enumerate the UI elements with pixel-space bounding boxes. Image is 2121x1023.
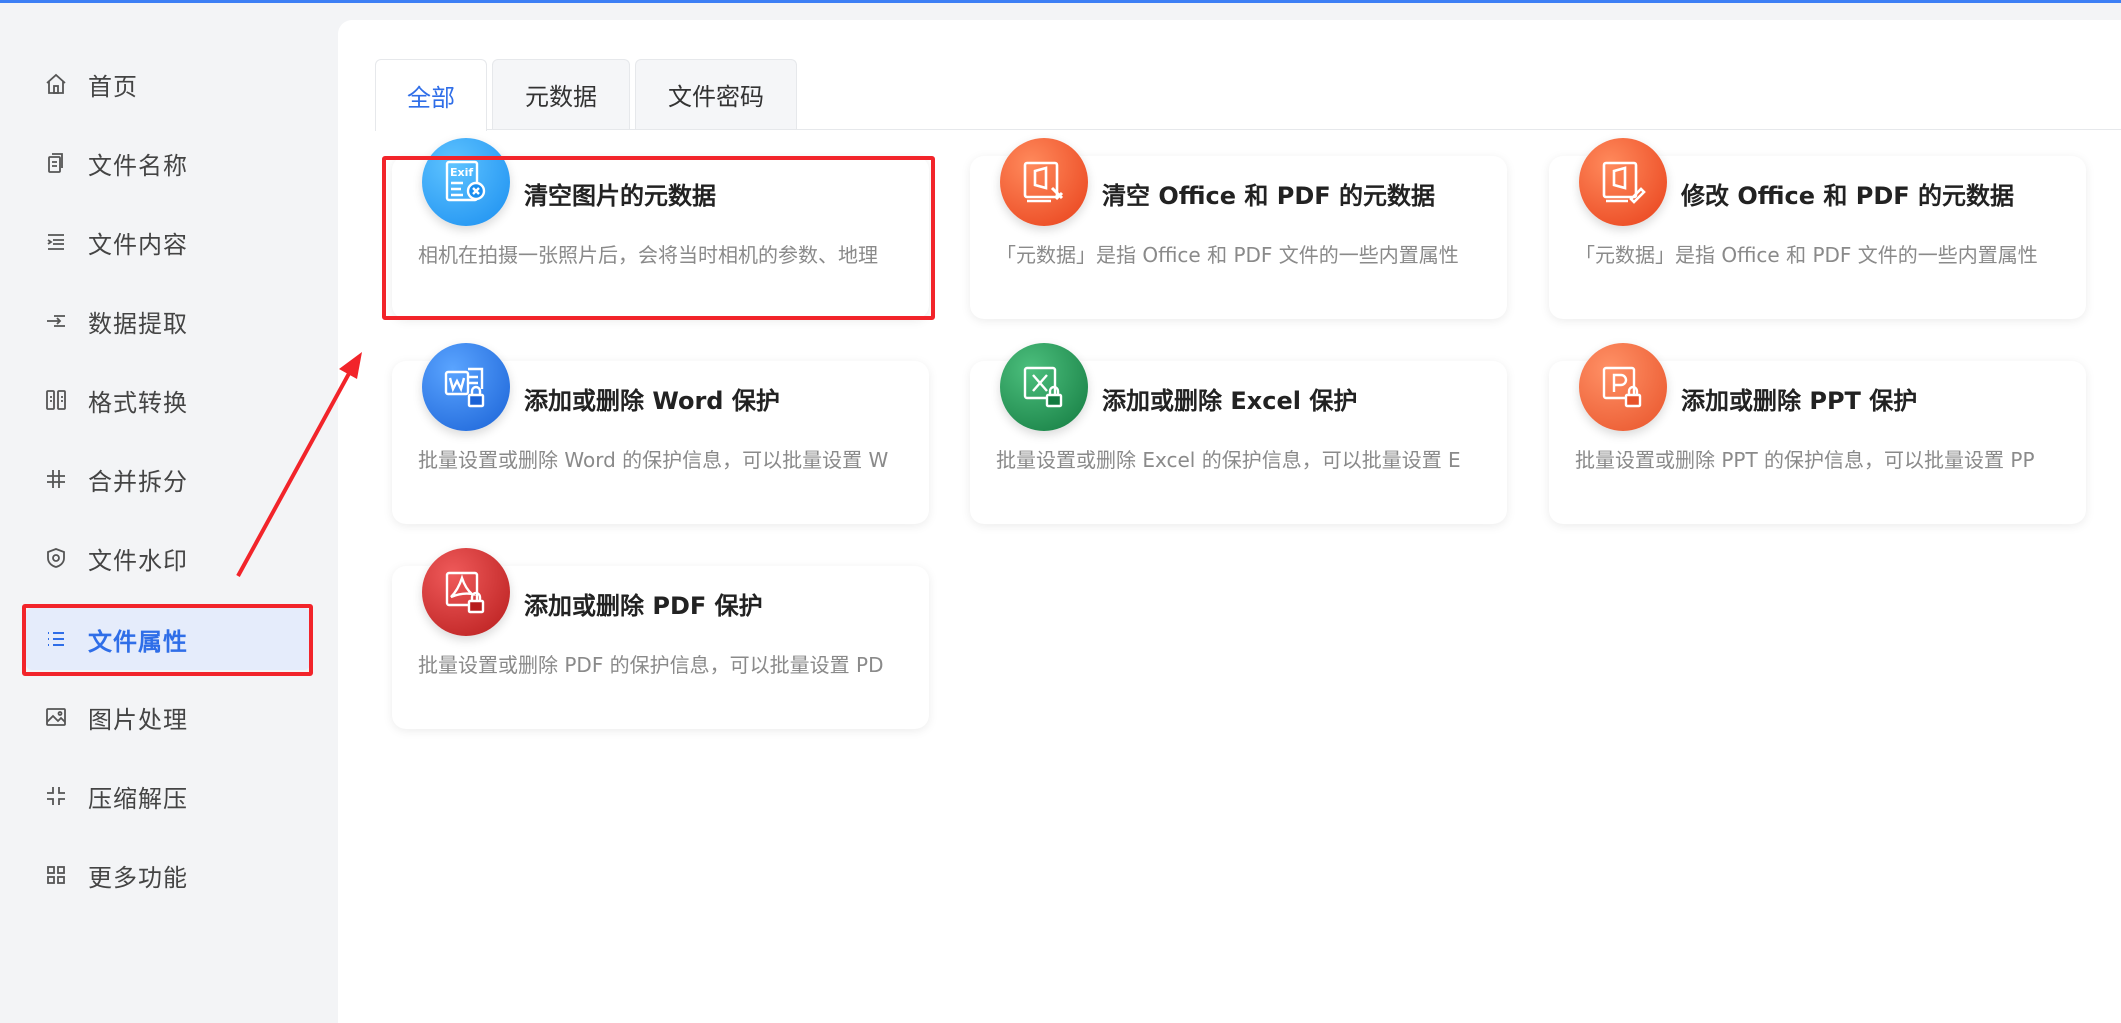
card-description: 批量设置或删除 Word 的保护信息，可以批量设置 W	[418, 448, 889, 472]
sidebar-item-file-properties[interactable]: 文件属性	[26, 608, 310, 670]
card-ppt-protection[interactable]: 添加或删除 PPT 保护 批量设置或删除 PPT 的保护信息，可以批量设置 PP	[1549, 343, 2086, 524]
sidebar-item-label: 图片处理	[88, 705, 188, 734]
sidebar-item-label: 格式转换	[88, 388, 188, 417]
card-clear-office-pdf-metadata[interactable]: 清空 Office 和 PDF 的元数据 「元数据」是指 Office 和 PD…	[970, 138, 1507, 319]
card-description: 批量设置或删除 Excel 的保护信息，可以批量设置 E	[996, 448, 1461, 472]
sidebar-item-file-name[interactable]: 文件名称	[26, 132, 310, 194]
sidebar-item-data-extract[interactable]: 数据提取	[26, 290, 310, 352]
card-description: 批量设置或删除 PPT 的保护信息，可以批量设置 PP	[1575, 448, 2035, 472]
card-title: 清空图片的元数据	[524, 182, 716, 210]
file-copy-icon	[42, 149, 70, 177]
exif-icon: Exif	[422, 138, 510, 226]
card-word-protection[interactable]: 添加或删除 Word 保护 批量设置或删除 Word 的保护信息，可以批量设置 …	[392, 343, 929, 524]
sidebar-item-label: 压缩解压	[88, 784, 188, 813]
sidebar-item-label: 文件水印	[88, 546, 188, 575]
tab-label: 全部	[407, 84, 455, 112]
compress-icon	[42, 782, 70, 810]
tab-metadata[interactable]: 元数据	[492, 59, 630, 129]
sidebar-item-home[interactable]: 首页	[26, 53, 310, 115]
office-clean-icon	[1000, 138, 1088, 226]
card-description: 「元数据」是指 Office 和 PDF 文件的一些内置属性	[996, 243, 1459, 267]
office-edit-icon	[1579, 138, 1667, 226]
sidebar-item-compress[interactable]: 压缩解压	[26, 765, 310, 827]
shield-icon	[42, 544, 70, 572]
card-title: 修改 Office 和 PDF 的元数据	[1681, 182, 2014, 210]
sidebar-item-file-content[interactable]: 文件内容	[26, 211, 310, 273]
card-description: 「元数据」是指 Office 和 PDF 文件的一些内置属性	[1575, 243, 2038, 267]
hash-icon	[42, 465, 70, 493]
sidebar-item-more[interactable]: 更多功能	[26, 844, 310, 906]
pdf-lock-icon	[422, 548, 510, 636]
image-icon	[42, 703, 70, 731]
sidebar: 首页 文件名称 文件内容 数据提取 格式转换 合并拆分 文件水印 文件属性 图片…	[0, 3, 335, 1023]
card-title: 清空 Office 和 PDF 的元数据	[1102, 182, 1435, 210]
main-panel: 全部 元数据 文件密码 Exif 清空图片的元数据 相机在拍摄一张照片后，会将当…	[338, 20, 2121, 1023]
card-title: 添加或删除 PDF 保护	[524, 592, 763, 620]
text-list-icon	[42, 228, 70, 256]
convert-icon	[42, 386, 70, 414]
sidebar-item-label: 数据提取	[88, 309, 188, 338]
tab-label: 文件密码	[668, 83, 764, 111]
svg-text:Exif: Exif	[450, 166, 473, 179]
card-title: 添加或删除 Excel 保护	[1102, 387, 1358, 415]
ppt-lock-icon	[1579, 343, 1667, 431]
sidebar-item-label: 更多功能	[88, 863, 188, 892]
sidebar-item-label: 首页	[88, 72, 138, 101]
grid-icon	[42, 861, 70, 889]
sidebar-item-label: 文件内容	[88, 230, 188, 259]
card-clear-image-metadata[interactable]: Exif 清空图片的元数据 相机在拍摄一张照片后，会将当时相机的参数、地理	[392, 138, 929, 319]
tab-bar: 全部 元数据 文件密码	[375, 40, 2121, 131]
word-lock-icon	[422, 343, 510, 431]
sidebar-item-watermark[interactable]: 文件水印	[26, 527, 310, 589]
sidebar-item-image-process[interactable]: 图片处理	[26, 686, 310, 748]
sidebar-item-format-convert[interactable]: 格式转换	[26, 369, 310, 431]
tab-file-password[interactable]: 文件密码	[635, 59, 797, 129]
sidebar-item-label: 文件属性	[88, 627, 188, 656]
card-description: 批量设置或删除 PDF 的保护信息，可以批量设置 PD	[418, 653, 884, 677]
card-description: 相机在拍摄一张照片后，会将当时相机的参数、地理	[418, 243, 878, 267]
card-edit-office-pdf-metadata[interactable]: 修改 Office 和 PDF 的元数据 「元数据」是指 Office 和 PD…	[1549, 138, 2086, 319]
list-icon	[42, 625, 70, 653]
excel-lock-icon	[1000, 343, 1088, 431]
home-icon	[42, 70, 70, 98]
tab-all[interactable]: 全部	[375, 59, 487, 131]
sidebar-item-merge-split[interactable]: 合并拆分	[26, 448, 310, 510]
card-pdf-protection[interactable]: 添加或删除 PDF 保护 批量设置或删除 PDF 的保护信息，可以批量设置 PD	[392, 548, 929, 729]
card-title: 添加或删除 PPT 保护	[1681, 387, 1918, 415]
sidebar-item-label: 文件名称	[88, 151, 188, 180]
sidebar-item-label: 合并拆分	[88, 467, 188, 496]
card-excel-protection[interactable]: 添加或删除 Excel 保护 批量设置或删除 Excel 的保护信息，可以批量设…	[970, 343, 1507, 524]
extract-icon	[42, 307, 70, 335]
tab-label: 元数据	[525, 83, 597, 111]
card-title: 添加或删除 Word 保护	[524, 387, 780, 415]
